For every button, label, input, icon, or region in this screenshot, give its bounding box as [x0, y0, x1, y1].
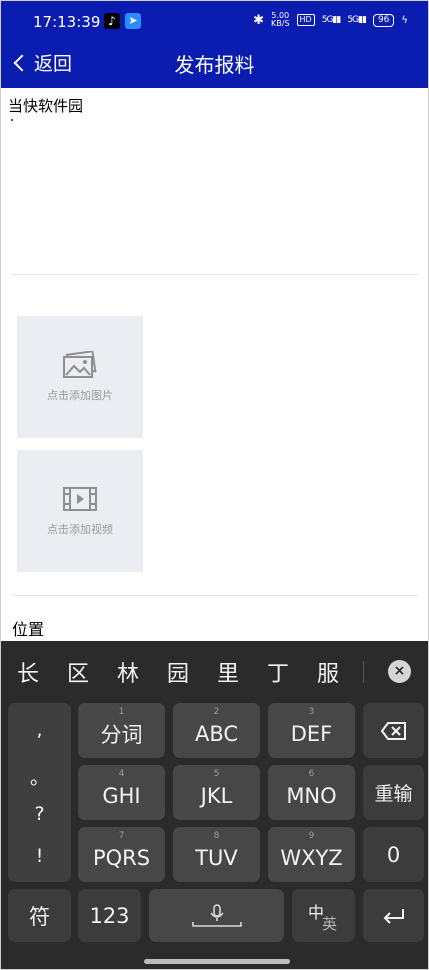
key-number: 6	[308, 769, 315, 779]
candidate-word[interactable]: 区	[53, 656, 103, 688]
add-image-label: 点击添加图片	[47, 389, 113, 402]
signal-2-label: 5G	[347, 15, 359, 25]
symbol-label: 符	[29, 904, 50, 929]
speed-unit: KB/S	[271, 19, 290, 28]
key-label: DEF	[290, 721, 333, 746]
key-number: 9	[308, 831, 315, 841]
symbol-button[interactable]: 符	[8, 889, 71, 942]
status-bar: 17:13:39 ♪ ➤ ✱ 5.00 KB/S HD 5G▮▮ 5G▮▮ 96…	[1, 1, 428, 41]
add-video-label: 点击添加视频	[47, 523, 113, 536]
reinput-label: 重输	[374, 783, 413, 805]
network-speed: 5.00 KB/S	[271, 12, 290, 28]
key-jkl[interactable]: 5 JKL	[173, 765, 260, 820]
charging-icon: ϟ	[401, 14, 408, 26]
key-label: WXYZ	[280, 845, 343, 870]
candidate-word[interactable]: 服	[303, 656, 353, 688]
candidate-word[interactable]: 里	[203, 656, 253, 688]
key-mno[interactable]: 6 MNO	[268, 765, 355, 820]
key-tuv[interactable]: 8 TUV	[173, 827, 260, 882]
divider	[12, 595, 419, 596]
key-number: 2	[213, 707, 220, 717]
microphone-icon	[191, 903, 242, 927]
divider	[12, 274, 419, 275]
page-title: 发布报料	[174, 53, 255, 77]
backspace-icon	[380, 721, 406, 740]
numbers-button[interactable]: 123	[78, 889, 141, 942]
signal-1-label: 5G	[321, 15, 334, 25]
punct-key[interactable]: 。	[8, 763, 71, 790]
tiktok-icon: ♪	[104, 13, 120, 29]
enter-button[interactable]	[363, 889, 424, 942]
key-label: MNO	[286, 783, 337, 808]
key-label: GHI	[102, 783, 141, 808]
space-voice-button[interactable]	[149, 889, 284, 942]
status-time: 17:13:39	[33, 13, 101, 31]
lang-bottom: 英	[322, 915, 338, 933]
signal-icon-2: 5G▮▮	[347, 15, 367, 25]
signal-icon-1: 5G▮▮	[321, 15, 342, 25]
language-switch-button[interactable]: 中 英	[292, 889, 355, 942]
text-cursor	[11, 119, 13, 121]
punct-key[interactable]: ,	[8, 719, 71, 741]
key-label: JKL	[200, 783, 233, 808]
keyboard: 长 区 林 园 里 丁 服 × , 。 ? ! 1 分词 2 ABC 3 DEF	[1, 641, 428, 969]
phone-screen: 17:13:39 ♪ ➤ ✱ 5.00 KB/S HD 5G▮▮ 5G▮▮ 96…	[0, 0, 429, 970]
home-indicator[interactable]	[144, 959, 290, 964]
punctuation-column[interactable]: , 。 ? !	[8, 703, 71, 882]
status-indicators: ✱ 5.00 KB/S HD 5G▮▮ 5G▮▮ 96 ϟ	[253, 12, 408, 28]
blue-app-icon: ➤	[125, 13, 141, 29]
candidate-bar: 长 区 林 园 里 丁 服 ×	[1, 641, 428, 703]
hd-badge: HD	[296, 14, 315, 26]
key-pqrs[interactable]: 7 PQRS	[78, 827, 165, 882]
candidate-word[interactable]: 林	[103, 656, 153, 688]
key-number: 7	[118, 831, 125, 841]
numbers-label: 123	[89, 903, 130, 928]
key-fenci[interactable]: 1 分词	[78, 703, 165, 758]
key-ghi[interactable]: 4 GHI	[78, 765, 165, 820]
key-abc[interactable]: 2 ABC	[173, 703, 260, 758]
key-number: 8	[213, 831, 220, 841]
candidate-word[interactable]: 园	[153, 656, 203, 688]
location-field[interactable]: 位置	[12, 616, 44, 640]
image-icon	[63, 351, 97, 378]
key-wxyz[interactable]: 9 WXYZ	[268, 827, 355, 882]
add-video-button[interactable]: 点击添加视频	[17, 450, 143, 572]
content-textarea[interactable]: 当快软件园	[8, 95, 83, 116]
delete-button[interactable]	[363, 703, 424, 758]
key-number: 3	[308, 707, 315, 717]
nav-bar: 返回 发布报料	[1, 43, 428, 83]
zero-label: 0	[386, 842, 401, 867]
key-label: ABC	[194, 721, 239, 746]
key-label: 分词	[100, 722, 143, 747]
candidate-word[interactable]: 丁	[253, 656, 303, 688]
close-candidates-icon[interactable]: ×	[388, 660, 411, 683]
key-number: 1	[118, 707, 125, 717]
key-number: 4	[118, 769, 125, 779]
bluetooth-icon: ✱	[253, 12, 265, 28]
key-label: PQRS	[92, 845, 151, 870]
candidate-word[interactable]: 长	[3, 656, 53, 688]
top-bar: 17:13:39 ♪ ➤ ✱ 5.00 KB/S HD 5G▮▮ 5G▮▮ 96…	[1, 1, 428, 88]
candidate-separator	[363, 661, 364, 683]
add-image-button[interactable]: 点击添加图片	[17, 316, 143, 438]
enter-icon	[383, 908, 404, 924]
key-def[interactable]: 3 DEF	[268, 703, 355, 758]
punct-key[interactable]: ?	[8, 803, 71, 825]
video-icon	[63, 487, 97, 511]
key-number: 5	[213, 769, 220, 779]
key-label: TUV	[195, 845, 238, 870]
reinput-button[interactable]: 重输	[363, 765, 424, 820]
battery-icon: 96	[372, 13, 395, 27]
punct-key[interactable]: !	[8, 845, 71, 867]
key-zero[interactable]: 0	[363, 827, 424, 882]
